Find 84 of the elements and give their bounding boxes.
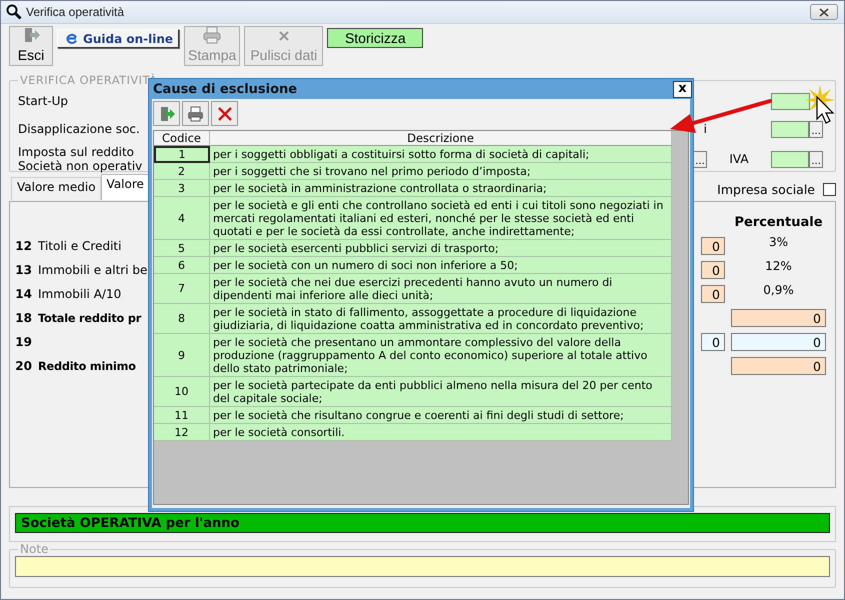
exit-icon: [158, 106, 174, 122]
table-cell[interactable]: 5: [154, 240, 210, 257]
browse-button[interactable]: ...: [693, 150, 707, 168]
table-cell: per le società partecipate da enti pubblici almeno nella misura del 20 per cento del capitale sociale;: [210, 377, 672, 407]
column-header: Descrizione: [210, 131, 672, 146]
table-cell: per le società in amministrazione controllata o straordinaria;: [210, 180, 672, 197]
print-button[interactable]: [182, 101, 209, 126]
help-button[interactable]: Guida on-line: [57, 29, 180, 48]
close-button[interactable]: [810, 4, 838, 20]
input-field[interactable]: [771, 120, 810, 138]
close-icon: [216, 106, 232, 122]
table-cell: per le società e gli enti che controllano società ed enti i cui titoli sono negoziati in mercati regolamentati italiani ed esteri, nonché per le stesse società ed enti quotati e per le società da essi controllate, anche indirettamente;: [210, 197, 672, 240]
close-button[interactable]: x: [673, 80, 692, 98]
table-cell: per le società che presentano un ammontare complessivo del valore della produzione (raggruppamento A del conto economico) superiore al totale attivo dello stato patrimoniale;: [210, 334, 672, 377]
delete-button[interactable]: [211, 101, 238, 126]
archive-button[interactable]: Storicizza: [327, 28, 424, 48]
field-label: IVA: [729, 152, 749, 166]
row-number: 20: [14, 359, 32, 373]
exit-button[interactable]: Esci: [9, 26, 53, 66]
exit-button[interactable]: [153, 101, 180, 126]
percent-text: 12%: [764, 258, 793, 273]
row-label: Totale reddito pr: [38, 312, 142, 324]
table-cell[interactable]: 7: [154, 274, 210, 304]
input-field[interactable]: [771, 150, 810, 168]
table-cell: per le società in stato di fallimento, assoggettate a procedure di liquidazione giudiziaria, di liquidazione coatta amministrativa ed in concordato preventivo;: [210, 304, 672, 334]
table-cell[interactable]: 3: [154, 180, 210, 197]
percent-text: 0,9%: [762, 282, 795, 297]
field-label: Imposta sul reddito: [18, 145, 134, 159]
table-cell: per i soggetti che si trovano nel primo periodo d’imposta;: [210, 163, 672, 180]
row-number: 19: [14, 335, 32, 349]
note-legend: Note: [18, 542, 50, 556]
status-bar: Società OPERATIVA per l'anno: [15, 513, 830, 533]
column-header: Codice: [154, 131, 210, 146]
row-number: 18: [14, 311, 32, 325]
browse-button[interactable]: ...: [809, 150, 823, 168]
row-number: 14: [14, 287, 32, 301]
value-field: 0: [701, 285, 725, 303]
table-cell: per le società esercenti pubblici servizi di trasporto;: [210, 240, 672, 257]
input-field[interactable]: [771, 92, 810, 110]
field-label: Start-Up: [18, 94, 68, 108]
value-field: 0: [701, 333, 725, 351]
table-cell[interactable]: 4: [154, 197, 210, 240]
table-cell[interactable]: 8: [154, 304, 210, 334]
table-cell[interactable]: 1: [154, 146, 210, 163]
row-label: Immobili A/10: [38, 287, 122, 301]
note-field[interactable]: [15, 556, 830, 577]
printer-icon: [203, 26, 222, 44]
value-field: 0: [701, 261, 725, 279]
table-cell[interactable]: 12: [154, 424, 210, 441]
table-cell: per i soggetti obbligati a costituirsi sotto forma di società di capitali;: [210, 146, 672, 163]
close-icon: [819, 8, 829, 16]
row-label: Immobili e altri be: [38, 263, 148, 277]
exit-icon: [22, 26, 40, 44]
field-label: Disapplicazione soc.: [18, 122, 140, 136]
tab[interactable]: Valore medio: [11, 177, 101, 200]
browse-button[interactable]: ...: [809, 120, 823, 138]
table-cell: per le società che nei due esercizi precedenti hanno avuto un numero di dipendenti mai inferiore alle dieci unità;: [210, 274, 672, 304]
value-field: 0: [731, 309, 826, 327]
table-cell: per le società con un numero di soci non inferiore a 50;: [210, 257, 672, 274]
tab[interactable]: Valore: [100, 174, 149, 200]
field-label: i: [704, 122, 707, 136]
field-label: Società non operativ: [18, 159, 142, 173]
row-label: Reddito minimo: [38, 360, 136, 372]
row-number: 12: [14, 239, 32, 253]
checkbox-label: Impresa sociale: [717, 182, 815, 196]
cursor-icon: [816, 96, 835, 125]
row-number: 13: [14, 263, 32, 277]
magnifier-icon: [6, 4, 22, 20]
value-field: 0: [731, 357, 826, 375]
table-cell: per le società che risultano congrue e coerenti ai fini degli studi di settore;: [210, 407, 672, 424]
table-cell[interactable]: 10: [154, 377, 210, 407]
table-cell[interactable]: 9: [154, 334, 210, 377]
table-cell[interactable]: 11: [154, 407, 210, 424]
percent-text: 3%: [768, 234, 790, 249]
table-cell: per le società consortili.: [210, 424, 672, 441]
table-cell[interactable]: 2: [154, 163, 210, 180]
value-field: 0: [731, 333, 826, 351]
window-title: Verifica operatività: [26, 5, 124, 19]
checkbox[interactable]: [823, 182, 836, 196]
column-header: Percentuale: [733, 214, 824, 230]
value-field: 0: [701, 237, 725, 255]
table-cell[interactable]: 6: [154, 257, 210, 274]
row-label: Titoli e Crediti: [38, 239, 122, 253]
printer-icon: [187, 106, 204, 122]
